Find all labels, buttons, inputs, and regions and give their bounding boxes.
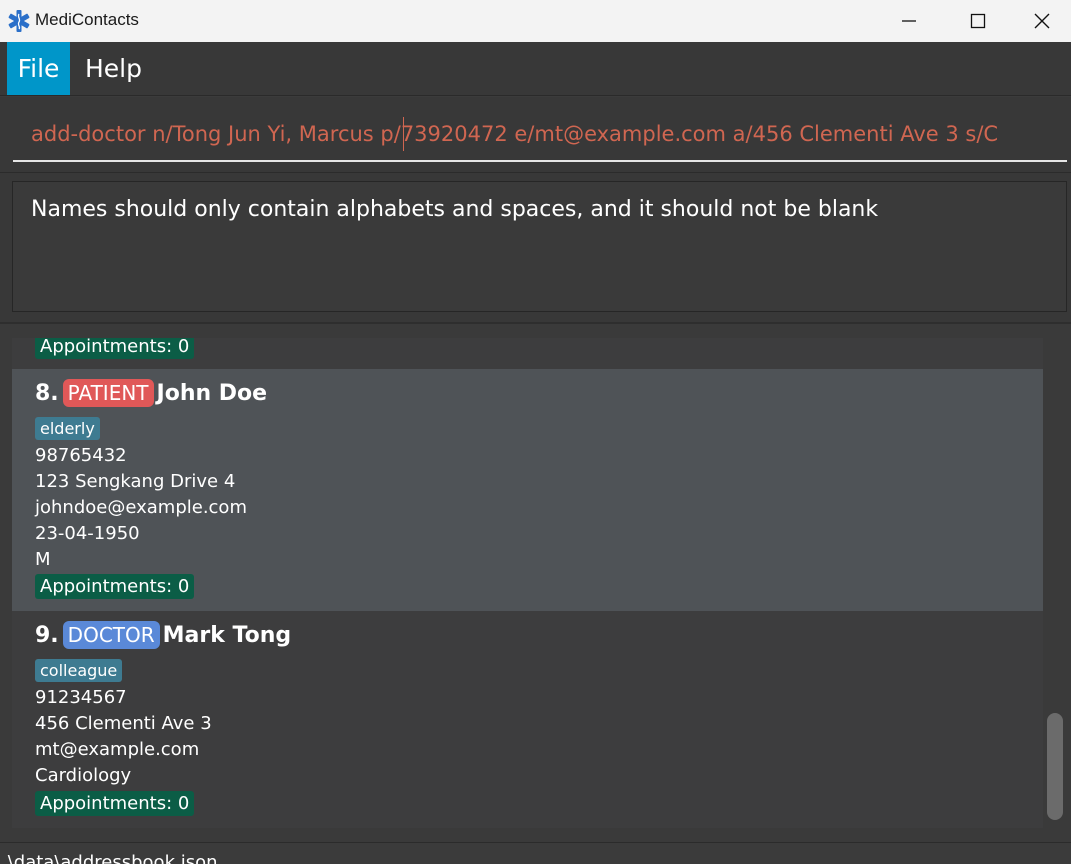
phone-text: 91234567 (35, 687, 127, 708)
specialty-text: Cardiology (35, 765, 132, 786)
dob-text: 23-04-1950 (35, 523, 140, 544)
close-button[interactable] (1013, 0, 1071, 42)
role-badge-patient: PATIENT (62, 379, 154, 407)
menu-bar: File Help (0, 42, 1071, 96)
phone-text: 98765432 (35, 445, 127, 466)
scrollbar-thumb[interactable] (1047, 713, 1063, 820)
command-input[interactable]: add-doctor n/Tong Jun Yi, Marcus p/73920… (13, 112, 1067, 162)
status-file-path: .\data\addressbook.json (2, 852, 218, 864)
tag-badge: colleague (35, 659, 123, 682)
list-item[interactable]: 9. DOCTOR Mark Tong colleague 91234567 456… (12, 611, 1043, 828)
close-icon (1034, 13, 1050, 29)
appointments-badge: Appointments: 0 (35, 574, 195, 599)
menu-help[interactable]: Help (70, 42, 157, 95)
contact-list[interactable]: Appointments: 0 8. PATIENT John Doe elderl… (12, 338, 1043, 828)
medical-star-icon (8, 10, 30, 32)
result-message: Names should only contain alphabets and … (31, 197, 879, 222)
menu-file[interactable]: File (7, 42, 70, 95)
contact-name: Mark Tong (162, 623, 292, 648)
window-title: MediContacts (35, 10, 139, 29)
maximize-button[interactable] (943, 0, 1013, 42)
list-item[interactable]: Appointments: 0 (12, 338, 1043, 370)
card-index: 9. (35, 623, 59, 648)
appointments-badge: Appointments: 0 (35, 791, 195, 816)
title-bar: MediContacts (0, 0, 1071, 42)
contact-name: John Doe (156, 381, 268, 406)
appointments-badge: Appointments: 0 (35, 338, 195, 359)
minimize-icon (902, 20, 916, 22)
address-text: 123 Sengkang Drive 4 (35, 471, 236, 492)
role-badge-doctor: DOCTOR (62, 621, 160, 649)
email-text: johndoe@example.com (35, 497, 247, 518)
list-item-selected[interactable]: 8. PATIENT John Doe elderly 98765432 123 S… (12, 369, 1043, 611)
tag-badge: elderly (35, 417, 100, 440)
email-text: mt@example.com (35, 739, 200, 760)
card-title: 8. PATIENT John Doe (35, 379, 267, 407)
minimize-button[interactable] (874, 0, 944, 42)
card-index: 8. (35, 381, 59, 406)
address-text: 456 Clementi Ave 3 (35, 713, 212, 734)
card-title: 9. DOCTOR Mark Tong (35, 621, 291, 649)
maximize-icon (970, 13, 986, 29)
gender-text: M (35, 549, 51, 570)
text-cursor (403, 117, 404, 151)
